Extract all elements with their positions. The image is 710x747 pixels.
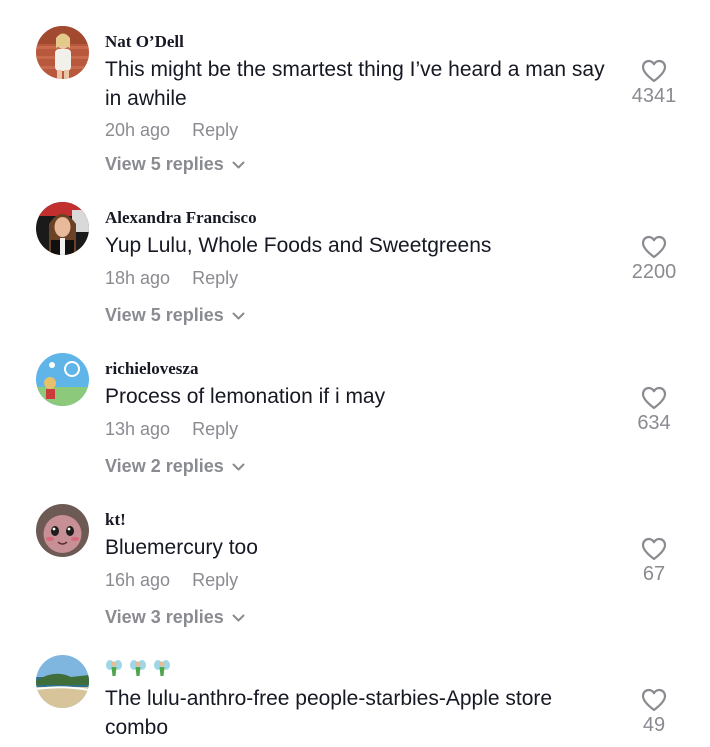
comment-timestamp: 16h ago xyxy=(105,570,171,590)
comment-text: Yup Lulu, Whole Foods and Sweetgreens xyxy=(105,234,492,257)
like-count: 67 xyxy=(642,563,666,585)
view-replies-button[interactable]: View 5 replies xyxy=(105,154,245,175)
avatar[interactable] xyxy=(36,202,89,255)
avatar[interactable] xyxy=(36,353,89,406)
chevron-down-icon xyxy=(232,161,245,168)
comment-text: Process of lemonation if i may xyxy=(105,385,386,408)
view-replies-label: View 5 replies xyxy=(105,154,224,174)
avatar[interactable] xyxy=(36,655,89,708)
comment-meta: 20h ago Reply xyxy=(105,120,238,141)
heart-outline-icon[interactable] xyxy=(641,59,667,83)
view-replies-label: View 5 replies xyxy=(105,305,224,325)
comment-text: This might be the smartest thing I’ve he… xyxy=(105,58,605,110)
view-replies-button[interactable]: View 3 replies xyxy=(105,607,245,628)
view-replies-label: View 3 replies xyxy=(105,607,224,627)
comment-timestamp: 13h ago xyxy=(105,419,171,439)
comment-meta: 16h ago Reply xyxy=(105,570,238,591)
comment-text: Bluemercury too xyxy=(105,536,258,559)
comment-timestamp: 18h ago xyxy=(105,268,171,288)
like-count: 634 xyxy=(637,412,671,434)
like-area: 49 xyxy=(610,688,698,737)
reply-button[interactable]: Reply xyxy=(192,268,238,288)
comment-username[interactable]: richielovesza xyxy=(105,359,198,379)
fairy-emoji xyxy=(130,660,146,676)
view-replies-button[interactable]: View 5 replies xyxy=(105,305,245,326)
reply-button[interactable]: Reply xyxy=(192,419,238,439)
chevron-down-icon xyxy=(232,463,245,470)
like-area: 4341 xyxy=(610,59,698,108)
chevron-down-icon xyxy=(232,312,245,319)
heart-outline-icon[interactable] xyxy=(641,688,667,712)
comment-meta: 18h ago Reply xyxy=(105,268,238,289)
comment-username[interactable]: Nat O’Dell xyxy=(105,32,184,52)
reply-button[interactable]: Reply xyxy=(192,120,238,140)
like-area: 67 xyxy=(610,537,698,586)
like-count: 4341 xyxy=(631,85,677,107)
comment-username[interactable]: kt! xyxy=(105,510,126,530)
view-replies-label: View 2 replies xyxy=(105,456,224,476)
comment-username[interactable] xyxy=(105,659,171,677)
heart-outline-icon[interactable] xyxy=(641,537,667,561)
fairy-emoji xyxy=(154,660,170,676)
comment-username[interactable]: Alexandra Francisco xyxy=(105,208,257,228)
like-count: 2200 xyxy=(631,261,677,283)
like-count: 49 xyxy=(642,714,666,736)
avatar[interactable] xyxy=(36,26,89,79)
like-area: 2200 xyxy=(610,235,698,284)
heart-outline-icon[interactable] xyxy=(641,235,667,259)
reply-button[interactable]: Reply xyxy=(192,570,238,590)
heart-outline-icon[interactable] xyxy=(641,386,667,410)
comment-timestamp: 20h ago xyxy=(105,120,171,140)
chevron-down-icon xyxy=(232,614,245,621)
comment-meta: 13h ago Reply xyxy=(105,419,238,440)
comment-text: The lulu-anthro-free people-starbies-App… xyxy=(105,687,553,739)
fairy-emoji xyxy=(106,660,122,676)
like-area: 634 xyxy=(610,386,698,435)
avatar[interactable] xyxy=(36,504,89,557)
view-replies-button[interactable]: View 2 replies xyxy=(105,456,245,477)
